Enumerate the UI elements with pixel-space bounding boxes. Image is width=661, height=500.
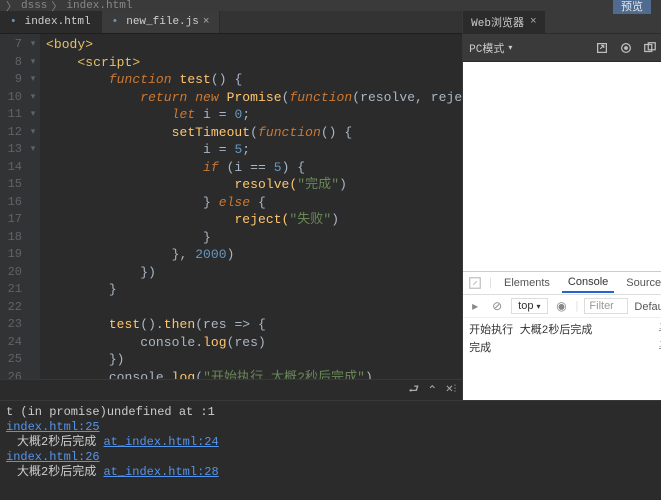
chevron-up-icon[interactable]: ⌃ bbox=[427, 383, 437, 398]
devtools-tab-elements[interactable]: Elements bbox=[498, 274, 556, 292]
close-icon[interactable]: × bbox=[530, 16, 537, 28]
browser-viewport[interactable] bbox=[463, 62, 661, 271]
code-area[interactable]: <body> <script> function test() { return… bbox=[40, 34, 462, 379]
console-context-select[interactable]: top ▾ bbox=[511, 298, 547, 314]
editor-tab[interactable]: • new_file.js × bbox=[102, 11, 221, 33]
tab-label: index.html bbox=[25, 16, 91, 28]
dirty-dot-icon: • bbox=[10, 16, 17, 28]
fold-gutter[interactable]: ▾ ▾ ▾ ▾ ▾ ▾ ▾ bbox=[26, 34, 40, 379]
breadcrumb-folder[interactable]: dsss bbox=[21, 0, 47, 12]
console-link[interactable]: index.html:26 bbox=[6, 450, 100, 464]
devtools-tab-sources[interactable]: Sources bbox=[620, 274, 661, 292]
ide-console-panel: t (in promise)undefined at :1 index.html… bbox=[0, 400, 661, 500]
console-clear-icon[interactable]: ⊘ bbox=[489, 298, 505, 314]
detach-icon[interactable] bbox=[642, 40, 658, 56]
browser-panel-tab[interactable]: Web浏览器 × bbox=[463, 11, 544, 33]
console-live-icon[interactable]: ◉ bbox=[554, 298, 570, 314]
code-editor[interactable]: 7 8 9 10 11 12 13 14 15 16 17 18 19 20 2… bbox=[0, 34, 462, 379]
console-filter-input[interactable]: Filter bbox=[584, 298, 628, 314]
console-link[interactable]: index.html:25 bbox=[6, 420, 100, 434]
console-row: 开始执行 大概2秒后完成 index.html:28 bbox=[469, 320, 661, 338]
chevron-down-icon: ▾ bbox=[508, 43, 512, 53]
console-line: 大概2秒后完成 bbox=[17, 435, 96, 449]
devtools-tab-console[interactable]: Console bbox=[562, 273, 614, 293]
breadcrumb-chevron: 〉 bbox=[51, 0, 62, 14]
breadcrumb-file[interactable]: index.html bbox=[66, 0, 132, 12]
breadcrumb-chevron: 〉 bbox=[6, 0, 17, 14]
console-link[interactable]: at_index.html:24 bbox=[103, 435, 218, 449]
console-levels-select[interactable]: Default levels ▾ bbox=[634, 300, 661, 313]
export-icon[interactable] bbox=[594, 40, 610, 56]
inspect-icon[interactable] bbox=[467, 275, 483, 291]
tab-label: new_file.js bbox=[126, 16, 199, 28]
console-sidebar-icon[interactable]: ▸ bbox=[467, 298, 483, 314]
close-icon[interactable]: × bbox=[203, 16, 210, 28]
console-message: 完成 bbox=[469, 339, 491, 355]
line-number-gutter: 7 8 9 10 11 12 13 14 15 16 17 18 19 20 2… bbox=[0, 34, 26, 379]
clipboard-icon[interactable] bbox=[618, 40, 634, 56]
close-icon[interactable]: ✕⫶ bbox=[445, 384, 456, 396]
dirty-dot-icon: • bbox=[112, 16, 119, 28]
preview-button[interactable]: 预览 bbox=[613, 0, 651, 14]
console-message: 开始执行 大概2秒后完成 bbox=[469, 321, 592, 337]
editor-tab-bar: • index.html • new_file.js × bbox=[0, 11, 462, 34]
console-link[interactable]: at_index.html:28 bbox=[103, 465, 218, 479]
console-row: 完成 index.html:26 bbox=[469, 338, 661, 356]
console-line: t (in promise)undefined at :1 bbox=[6, 405, 655, 420]
console-line: 大概2秒后完成 bbox=[17, 465, 96, 479]
view-mode-dropdown[interactable]: PC模式 ▾ bbox=[469, 40, 512, 56]
devtools-panel: | Elements Console Sources » ⋮ × ▸ ⊘ top… bbox=[463, 271, 661, 400]
editor-tab[interactable]: • index.html bbox=[0, 11, 102, 33]
wrap-icon[interactable]: ⮐ bbox=[408, 380, 419, 401]
tab-label: Web浏览器 bbox=[471, 14, 524, 30]
